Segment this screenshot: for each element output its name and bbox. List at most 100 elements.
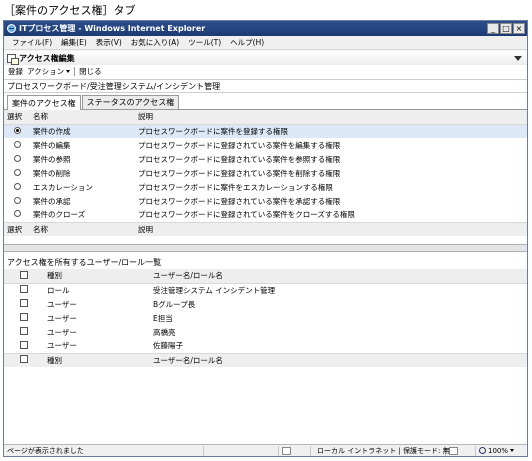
col-name-footer: 名称 bbox=[30, 221, 135, 236]
menu-help[interactable]: ヘルプ(H) bbox=[230, 37, 264, 48]
select-all-checkbox[interactable] bbox=[20, 270, 28, 279]
toolbar-divider bbox=[74, 66, 76, 76]
user-row[interactable]: ロール 受注管理システム インシデント管理 bbox=[4, 283, 527, 297]
permission-description: プロセスワークボードに登録されている案件を参照する権限 bbox=[138, 154, 341, 164]
col-username-header: ユーザー名/ロール名 bbox=[150, 269, 527, 284]
user-checkbox[interactable] bbox=[20, 327, 28, 335]
permission-name: 案件の作成 bbox=[30, 124, 135, 138]
pane-splitter[interactable] bbox=[4, 244, 527, 252]
permission-radio[interactable] bbox=[13, 168, 21, 176]
user-name: E担当 bbox=[153, 313, 173, 323]
window-controls: _ □ × bbox=[487, 23, 525, 34]
permission-radio[interactable] bbox=[13, 196, 21, 204]
menu-edit[interactable]: 編集(E) bbox=[61, 37, 87, 48]
user-row[interactable]: ユーザー 高橋亮 bbox=[4, 325, 527, 339]
window-title: ITプロセス管理 - Windows Internet Explorer bbox=[19, 24, 206, 33]
register-button[interactable]: 登録 bbox=[6, 66, 25, 77]
zoom-control[interactable]: 100% bbox=[476, 446, 517, 456]
permission-radio[interactable] bbox=[13, 154, 21, 162]
user-name: 高橋亮 bbox=[153, 327, 176, 337]
action-menu-button[interactable]: アクション bbox=[25, 66, 72, 77]
col-select-footer: 選択 bbox=[4, 221, 30, 236]
action-menu-label: アクション bbox=[27, 66, 65, 76]
menu-file[interactable]: ファイル(F) bbox=[12, 37, 52, 48]
status-protect-cell[interactable] bbox=[446, 445, 476, 456]
browser-window: ITプロセス管理 - Windows Internet Explorer _ □… bbox=[3, 20, 528, 457]
permission-name: エスカレーション bbox=[33, 182, 93, 192]
permission-description: プロセスワークボードに案件をエスカレーションする権限 bbox=[138, 182, 333, 192]
user-type: ユーザー bbox=[47, 299, 77, 309]
permission-radio[interactable] bbox=[13, 126, 21, 134]
close-button[interactable]: 閉じる bbox=[77, 66, 104, 77]
user-row[interactable]: ユーザー 佐藤陽子 bbox=[4, 339, 527, 353]
permission-row[interactable]: 案件の編集 プロセスワークボードに登録されている案件を編集する権限 bbox=[4, 138, 527, 152]
user-role-table: 種別 ユーザー名/ロール名 ロール 受注管理システム インシデント管理 ユーザー… bbox=[4, 269, 527, 367]
user-type: ユーザー bbox=[47, 327, 77, 337]
tab-case-access[interactable]: 案件のアクセス権 bbox=[7, 95, 81, 110]
permission-name: 案件のクローズ bbox=[33, 210, 86, 220]
zoom-dropdown-icon bbox=[510, 449, 515, 452]
status-icon-cell bbox=[279, 445, 311, 456]
status-zone: ローカル イントラネット | 保護モード: 無効 bbox=[311, 445, 457, 456]
permission-description: プロセスワークボードに登録されている案件を削除する権限 bbox=[138, 168, 341, 178]
minimize-button[interactable]: _ bbox=[487, 23, 499, 34]
permission-description: プロセスワークボードに登録されている案件を承認する権限 bbox=[138, 196, 341, 206]
user-footer-row: 種別 ユーザー名/ロール名 bbox=[4, 352, 527, 367]
user-row[interactable]: ユーザー E担当 bbox=[4, 311, 527, 325]
close-window-button[interactable]: × bbox=[513, 23, 525, 34]
user-checkbox[interactable] bbox=[20, 313, 28, 321]
status-empty-cell bbox=[204, 445, 279, 456]
tab-status-access[interactable]: ステータスのアクセス権 bbox=[81, 95, 180, 109]
breadcrumb: プロセスワークボード/受注管理システム/インシデント管理 bbox=[4, 79, 527, 93]
user-type: ユーザー bbox=[47, 341, 77, 351]
access-edit-icon bbox=[7, 53, 19, 65]
status-message: ページが表示されました bbox=[4, 445, 204, 456]
user-checkbox[interactable] bbox=[20, 285, 28, 294]
permission-description: プロセスワークボードに登録されている案件を編集する権限 bbox=[138, 140, 341, 150]
user-name: 受注管理システム インシデント管理 bbox=[153, 285, 276, 295]
permission-row[interactable]: エスカレーション プロセスワークボードに案件をエスカレーションする権限 bbox=[4, 180, 527, 194]
permission-list-area: 選択 名称 説明 案件の作成 プロセスワークボードに案件を登録する権限 案件の編… bbox=[4, 110, 527, 238]
title-bar: ITプロセス管理 - Windows Internet Explorer _ □… bbox=[4, 21, 527, 36]
permission-row[interactable]: 案件の作成 プロセスワークボードに案件を登録する権限 bbox=[4, 124, 527, 138]
security-zone-text: ローカル イントラネット | 保護モード: 無効 bbox=[317, 446, 457, 455]
protected-mode-icon bbox=[449, 446, 458, 455]
col-description-header: 説明 bbox=[135, 110, 527, 125]
page-status-icon bbox=[282, 446, 291, 455]
figure-caption: ［案件のアクセス権］タブ bbox=[4, 4, 136, 17]
col-username-footer: ユーザー名/ロール名 bbox=[150, 352, 527, 367]
user-checkbox[interactable] bbox=[20, 299, 28, 307]
permission-radio[interactable] bbox=[13, 210, 21, 218]
collapse-icon[interactable] bbox=[514, 55, 522, 61]
permission-description: プロセスワークボードに案件を登録する権限 bbox=[135, 124, 527, 138]
permission-name: 案件の削除 bbox=[33, 168, 71, 178]
select-all-checkbox-footer[interactable] bbox=[20, 355, 28, 364]
col-description-footer: 説明 bbox=[135, 221, 527, 236]
permission-row[interactable]: 案件の承認 プロセスワークボードに登録されている案件を承認する権限 bbox=[4, 194, 527, 208]
user-checkbox[interactable] bbox=[20, 340, 28, 349]
permission-row[interactable]: 案件の参照 プロセスワークボードに登録されている案件を参照する権限 bbox=[4, 152, 527, 166]
permission-radio[interactable] bbox=[13, 140, 21, 148]
permission-name: 案件の編集 bbox=[33, 140, 71, 150]
user-type: ユーザー bbox=[47, 313, 77, 323]
permission-description: プロセスワークボードに登録されている案件をクローズする権限 bbox=[138, 210, 355, 220]
user-name: 佐藤陽子 bbox=[153, 341, 183, 351]
menu-favorites[interactable]: お気に入り(A) bbox=[131, 37, 179, 48]
user-header-row: 種別 ユーザー名/ロール名 bbox=[4, 269, 527, 284]
toolbar: 登録 アクション 閉じる bbox=[4, 65, 527, 77]
maximize-button[interactable]: □ bbox=[500, 23, 512, 34]
permission-row[interactable]: 案件の削除 プロセスワークボードに登録されている案件を削除する権限 bbox=[4, 166, 527, 180]
zoom-level: 100% bbox=[488, 446, 509, 455]
tab-bar: 案件のアクセス権 ステータスのアクセス権 bbox=[4, 94, 527, 110]
status-bar: ページが表示されました ローカル イントラネット | 保護モード: 無効 100… bbox=[4, 444, 527, 456]
user-row[interactable]: ユーザー Bグループ長 bbox=[4, 297, 527, 311]
col-type-footer: 種別 bbox=[44, 352, 150, 367]
menu-tools[interactable]: ツール(T) bbox=[188, 37, 221, 48]
zoom-icon bbox=[479, 447, 486, 454]
ie-logo-icon bbox=[7, 24, 16, 33]
permission-radio[interactable] bbox=[13, 182, 21, 190]
permission-row[interactable]: 案件のクローズ プロセスワークボードに登録されている案件をクローズする権限 bbox=[4, 208, 527, 222]
menu-view[interactable]: 表示(V) bbox=[96, 37, 122, 48]
menu-bar: ファイル(F) 編集(E) 表示(V) お気に入り(A) ツール(T) ヘルプ(… bbox=[4, 36, 527, 50]
permission-header-row: 選択 名称 説明 bbox=[4, 110, 527, 125]
